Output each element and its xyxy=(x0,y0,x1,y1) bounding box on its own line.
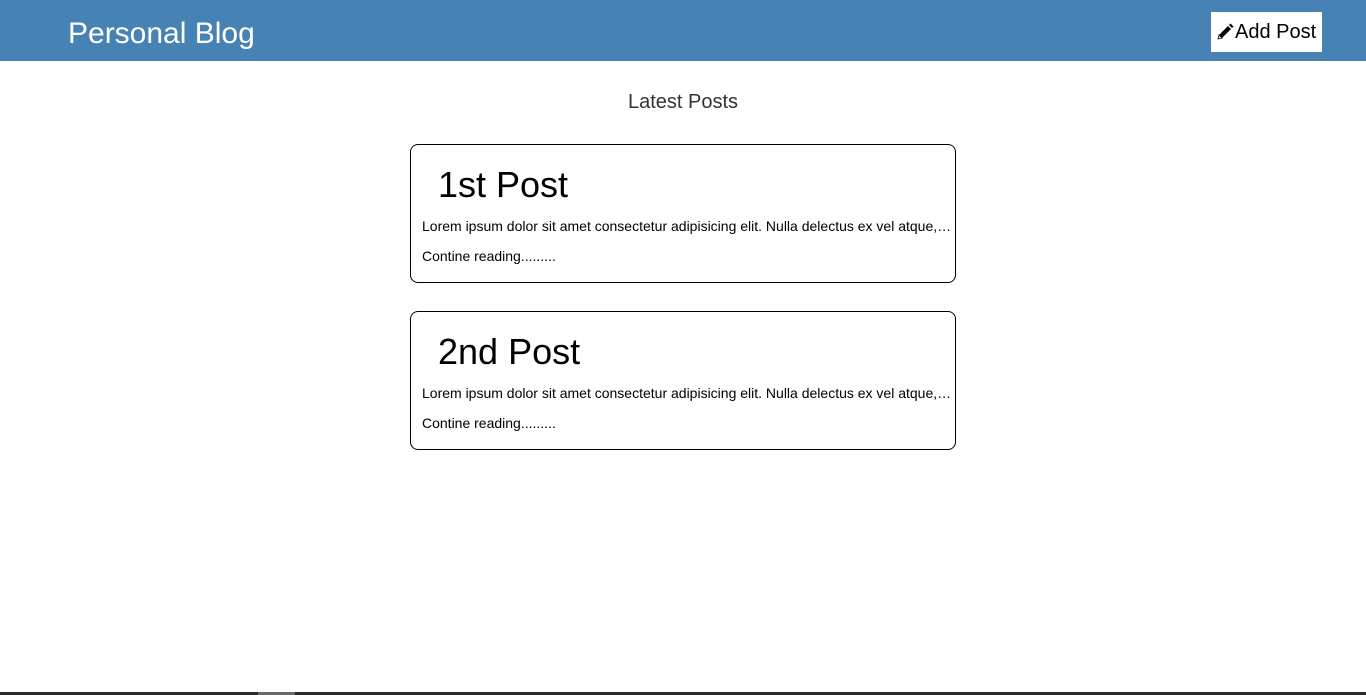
post-excerpt: Lorem ipsum dolor sit amet consectetur a… xyxy=(422,385,955,401)
continue-reading-link[interactable]: Contine reading......... xyxy=(422,414,556,432)
site-brand[interactable]: Personal Blog xyxy=(68,14,255,54)
continue-reading-link[interactable]: Contine reading......... xyxy=(422,247,556,265)
post-card: 2nd Post Lorem ipsum dolor sit amet cons… xyxy=(410,311,956,450)
post-card: 1st Post Lorem ipsum dolor sit amet cons… xyxy=(410,144,956,283)
add-post-label: Add Post xyxy=(1235,20,1317,43)
post-title[interactable]: 1st Post xyxy=(438,165,568,205)
pencil-icon xyxy=(1216,23,1235,41)
post-title[interactable]: 2nd Post xyxy=(438,332,580,372)
site-header: Personal Blog Add Post xyxy=(0,0,1366,61)
post-excerpt: Lorem ipsum dolor sit amet consectetur a… xyxy=(422,218,955,234)
add-post-button[interactable]: Add Post xyxy=(1211,12,1322,52)
section-title: Latest Posts xyxy=(627,91,739,113)
